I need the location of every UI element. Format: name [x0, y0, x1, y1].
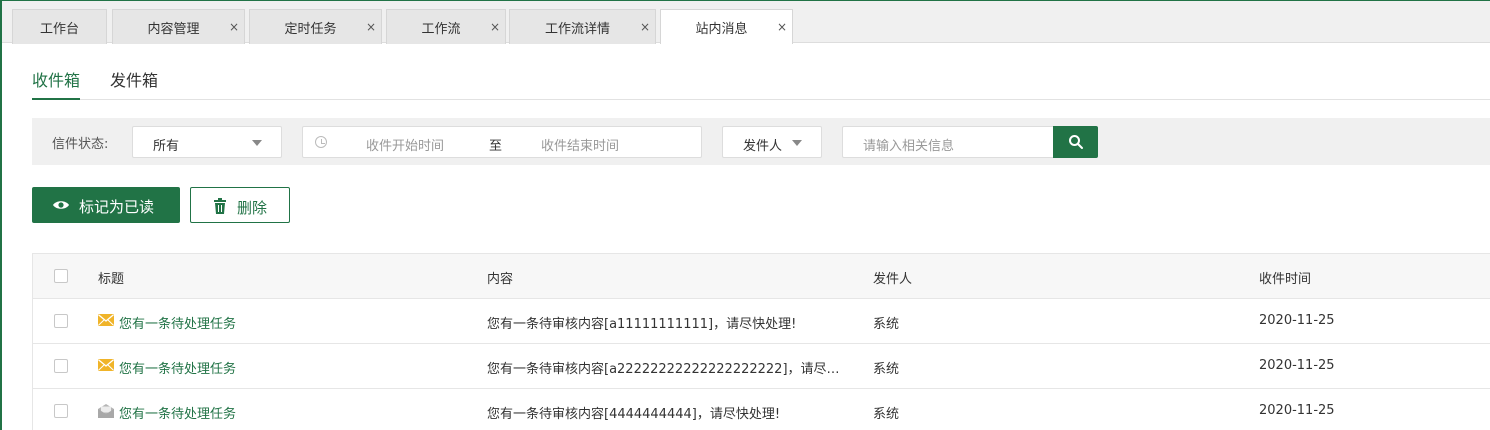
message-content: 您有一条待审核内容[4444444444]，请尽快处理! [487, 407, 781, 422]
envelope-open-icon [98, 404, 114, 418]
row-checkbox[interactable] [54, 404, 68, 418]
status-label: 信件状态: [52, 137, 109, 152]
tab-label: 工作台 [39, 21, 79, 37]
row-checkbox[interactable] [54, 314, 68, 328]
message-title-link[interactable]: 您有一条待处理任务 [119, 313, 236, 332]
table-header: 标题 内容 发件人 收件时间 [33, 254, 1490, 299]
column-header-sender: 发件人 [873, 272, 913, 287]
range-separator: 至 [489, 139, 503, 154]
tab-label: 工作流 [421, 21, 461, 37]
message-sender: 系统 [873, 317, 900, 332]
tab-content-management[interactable]: 内容管理 × [112, 9, 245, 44]
message-table: 标题 内容 发件人 收件时间 您有一条待处理任务 您有一条待审核内容[a1111… [32, 253, 1490, 430]
message-content: 您有一条待审核内容[a11111111111]，请尽快处理! [487, 317, 797, 332]
chevron-down-icon [252, 140, 262, 146]
tab-workflow-detail[interactable]: 工作流详情 × [509, 9, 656, 44]
tab-label: 定时任务 [284, 21, 337, 37]
date-range-picker[interactable]: 收件开始时间 至 收件结束时间 [302, 126, 702, 158]
status-select-value: 所有 [153, 139, 180, 154]
close-icon[interactable]: × [485, 20, 505, 34]
search-button[interactable] [1053, 126, 1098, 158]
tab-bar: 工作台 内容管理 × 定时任务 × 工作流 × 工作流详情 × 站内消息 × [2, 1, 1490, 44]
tab-inbox[interactable]: 收件箱 [32, 66, 81, 100]
envelope-closed-icon [98, 359, 114, 371]
trash-icon [214, 198, 226, 214]
message-title-link[interactable]: 您有一条待处理任务 [119, 358, 236, 377]
table-row[interactable]: 您有一条待处理任务 您有一条待审核内容[4444444444]，请尽快处理! 系… [33, 389, 1490, 430]
close-icon[interactable]: × [772, 20, 792, 34]
window-left-border [0, 0, 2, 430]
tab-outbox[interactable]: 发件箱 [110, 66, 158, 100]
message-sender: 系统 [873, 407, 900, 422]
select-all-checkbox[interactable] [54, 269, 68, 283]
tab-workbench[interactable]: 工作台 [12, 9, 107, 44]
message-sender: 系统 [873, 362, 900, 377]
column-header-time: 收件时间 [1259, 272, 1312, 287]
mark-as-read-button[interactable]: 标记为已读 [32, 187, 180, 223]
search-input[interactable]: 请输入相关信息 [842, 126, 1054, 158]
row-checkbox[interactable] [54, 359, 68, 373]
clock-icon [315, 136, 327, 148]
table-row[interactable]: 您有一条待处理任务 您有一条待审核内容[a11111111111]，请尽快处理!… [33, 299, 1490, 344]
tab-label: 工作流详情 [544, 21, 610, 37]
status-select[interactable]: 所有 [132, 126, 282, 158]
table-row[interactable]: 您有一条待处理任务 您有一条待审核内容[a2222222222222222222… [33, 344, 1490, 389]
message-content: 您有一条待审核内容[a22222222222222222222]，请尽快处理! [487, 362, 842, 377]
envelope-closed-icon [98, 314, 114, 326]
mailbox-tabs: 收件箱 发件箱 [32, 66, 1490, 100]
tab-label: 内容管理 [147, 21, 200, 37]
message-time: 2020-11-25 [1259, 313, 1335, 328]
tab-label: 站内消息 [695, 21, 748, 37]
message-time: 2020-11-25 [1259, 358, 1335, 373]
chevron-down-icon [792, 140, 802, 146]
close-icon[interactable]: × [224, 20, 244, 34]
mark-as-read-label: 标记为已读 [79, 198, 155, 216]
close-icon[interactable]: × [635, 20, 655, 34]
search-icon [1069, 135, 1083, 149]
sender-select-label: 发件人 [743, 139, 783, 154]
column-header-title: 标题 [98, 272, 125, 287]
tab-workflow[interactable]: 工作流 × [386, 9, 506, 44]
delete-label: 删除 [237, 199, 268, 217]
search-placeholder: 请输入相关信息 [863, 139, 955, 154]
sender-select[interactable]: 发件人 [722, 126, 822, 158]
close-icon[interactable]: × [361, 20, 381, 34]
start-time-input[interactable]: 收件开始时间 [366, 135, 444, 154]
tab-site-messages[interactable]: 站内消息 × [660, 9, 793, 44]
eye-icon [53, 201, 69, 209]
message-time: 2020-11-25 [1259, 403, 1335, 418]
tab-scheduled-tasks[interactable]: 定时任务 × [249, 9, 382, 44]
end-time-input[interactable]: 收件结束时间 [541, 135, 619, 154]
message-title-link[interactable]: 您有一条待处理任务 [119, 403, 236, 422]
column-header-content: 内容 [487, 272, 514, 287]
filter-bar: 信件状态: 所有 收件开始时间 至 收件结束时间 发件人 请输入相关信息 [32, 118, 1490, 165]
delete-button[interactable]: 删除 [190, 187, 290, 223]
